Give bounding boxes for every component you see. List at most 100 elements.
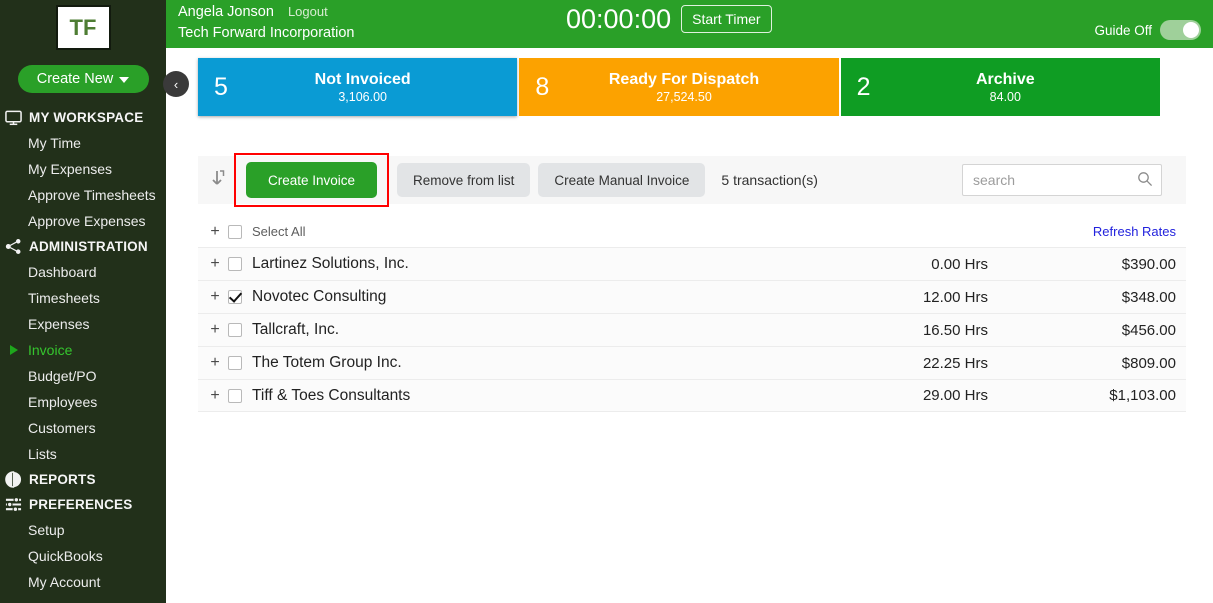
sidebar-item-dashboard[interactable]: Dashboard: [0, 259, 166, 285]
sidebar-item-approve-expenses[interactable]: Approve Expenses: [0, 208, 166, 234]
app-root: TF Create New MY WORKSPACE My Time My Expe…: [0, 0, 1213, 603]
refresh-rates-link[interactable]: Refresh Rates: [1093, 224, 1178, 239]
logout-link[interactable]: Logout: [288, 4, 328, 19]
create-invoice-highlight-box: Create Invoice: [234, 153, 390, 207]
sidebar-item-my-expenses[interactable]: My Expenses: [0, 156, 166, 182]
row-expand-icon[interactable]: +: [206, 288, 224, 306]
sidebar-item-budget-po[interactable]: Budget/PO: [0, 363, 166, 389]
tile-amount: 3,106.00: [338, 89, 387, 104]
row-checkbox[interactable]: [228, 257, 242, 271]
create-manual-invoice-button[interactable]: Create Manual Invoice: [538, 163, 706, 197]
table-row[interactable]: + Tiff & Toes Consultants 29.00 Hrs $1,103.…: [198, 379, 1186, 412]
list-toolbar: Create Invoice Remove from list Create M…: [198, 153, 1186, 207]
sidebar-item-label: QuickBooks: [28, 548, 103, 564]
table-row[interactable]: + The Totem Group Inc. 22.25 Hrs $809.00: [198, 346, 1186, 379]
remove-from-list-button[interactable]: Remove from list: [397, 163, 531, 197]
sidebar-item-label: Approve Timesheets: [28, 187, 156, 203]
sidebar-section-administration[interactable]: ADMINISTRATION: [0, 234, 166, 259]
row-hours: 16.50 Hrs: [922, 321, 988, 339]
expand-all-icon[interactable]: +: [206, 223, 224, 241]
sort-down-glyph: [211, 170, 224, 185]
create-new-button[interactable]: Create New: [17, 65, 149, 93]
search-input[interactable]: [962, 164, 1162, 196]
tile-title: Archive: [975, 70, 1035, 88]
sidebar-item-my-time[interactable]: My Time: [0, 130, 166, 156]
header-user-block: Angela Jonson Logout: [178, 4, 328, 20]
sidebar-nav: MY WORKSPACE My Time My Expenses Approve Ti…: [0, 105, 166, 595]
status-tiles: 5 Not Invoiced 3,106.00 8 Ready For Dispatch…: [198, 58, 1160, 116]
sidebar-item-label: My Time: [28, 135, 81, 151]
sort-down-icon[interactable]: [198, 169, 238, 191]
tile-count: 8: [535, 72, 550, 101]
sidebar-item-quickbooks[interactable]: QuickBooks: [0, 543, 166, 569]
customer-name: Tallcraft, Inc.: [252, 321, 339, 338]
status-tile-not-invoiced[interactable]: 5 Not Invoiced 3,106.00: [198, 58, 518, 116]
row-hours: 12.00 Hrs: [922, 288, 988, 306]
guide-toggle[interactable]: [1160, 20, 1201, 40]
sidebar-collapse-button[interactable]: ‹: [163, 71, 189, 97]
row-expand-icon[interactable]: +: [206, 255, 224, 273]
row-hours: 22.25 Hrs: [922, 354, 988, 372]
status-tile-ready-for-dispatch[interactable]: 8 Ready For Dispatch 27,524.50: [519, 58, 839, 116]
table-row[interactable]: + Tallcraft, Inc. 16.50 Hrs $456.00: [198, 313, 1186, 346]
sidebar-section-reports[interactable]: REPORTS: [0, 467, 166, 492]
logo[interactable]: TF: [0, 0, 166, 50]
select-all-checkbox[interactable]: [228, 224, 242, 239]
sidebar-item-employees[interactable]: Employees: [0, 389, 166, 415]
tile-body: Ready For Dispatch 27,524.50: [575, 70, 838, 105]
row-amount: $348.00: [1121, 288, 1176, 306]
tile-body: Not Invoiced 3,106.00: [254, 70, 517, 105]
chevron-down-icon: [119, 77, 130, 83]
sidebar-section-label: PREFERENCES: [29, 497, 133, 512]
sidebar-item-approve-timesheets[interactable]: Approve Timesheets: [0, 182, 166, 208]
toggle-knob: [1183, 22, 1199, 38]
sidebar-item-timesheets[interactable]: Timesheets: [0, 285, 166, 311]
tile-count: 2: [856, 72, 871, 101]
sidebar-item-label: Setup: [28, 522, 65, 538]
sidebar-section-label: REPORTS: [29, 472, 96, 487]
sliders-icon: [5, 496, 22, 513]
status-tile-archive[interactable]: 2 Archive 84.00: [840, 58, 1160, 116]
user-name: Angela Jonson: [178, 4, 274, 20]
sidebar-item-label: Dashboard: [28, 264, 97, 280]
create-invoice-button[interactable]: Create Invoice: [246, 162, 378, 198]
table-header-row: + Select All Refresh Rates: [198, 216, 1186, 247]
logo-box: TF: [55, 5, 111, 50]
create-new-label: Create New: [36, 71, 114, 87]
start-timer-button[interactable]: Start Timer: [681, 5, 772, 33]
sidebar-section-preferences[interactable]: PREFERENCES: [0, 492, 166, 517]
row-amount: $390.00: [1121, 255, 1176, 273]
sidebar-item-my-account[interactable]: My Account: [0, 569, 166, 595]
sidebar-item-label: My Account: [28, 574, 101, 590]
sidebar-item-lists[interactable]: Lists: [0, 441, 166, 467]
row-expand-icon[interactable]: +: [206, 321, 224, 339]
sidebar-item-setup[interactable]: Setup: [0, 517, 166, 543]
sidebar-item-label: Timesheets: [28, 290, 100, 306]
sidebar-item-expenses[interactable]: Expenses: [0, 311, 166, 337]
chevron-left-icon: ‹: [173, 76, 179, 92]
row-expand-icon[interactable]: +: [206, 387, 224, 405]
tile-title: Not Invoiced: [314, 70, 411, 88]
sidebar-section-label: MY WORKSPACE: [29, 110, 144, 125]
customer-name: Novotec Consulting: [252, 288, 387, 305]
transaction-count: 5 transaction(s): [721, 172, 818, 188]
sidebar-item-label: Customers: [28, 420, 96, 436]
row-checkbox[interactable]: [228, 290, 242, 304]
row-checkbox[interactable]: [228, 323, 242, 337]
row-amount: $456.00: [1121, 321, 1176, 339]
row-amount: $1,103.00: [1109, 387, 1176, 404]
customer-name: Lartinez Solutions, Inc.: [252, 255, 409, 272]
customer-name: Tiff & Toes Consultants: [252, 386, 411, 404]
pie-chart-icon: [5, 471, 22, 488]
row-hours: 0.00 Hrs: [931, 255, 988, 273]
row-checkbox[interactable]: [228, 388, 242, 403]
row-checkbox[interactable]: [228, 356, 242, 370]
guide-toggle-group[interactable]: Guide Off: [1094, 20, 1201, 40]
table-row[interactable]: + Novotec Consulting 12.00 Hrs $348.00: [198, 280, 1186, 313]
sidebar-section-my-workspace[interactable]: MY WORKSPACE: [0, 105, 166, 130]
sidebar-item-invoice[interactable]: Invoice: [0, 337, 166, 363]
sidebar-item-customers[interactable]: Customers: [0, 415, 166, 441]
table-row[interactable]: + Lartinez Solutions, Inc. 0.00 Hrs $390.00: [198, 247, 1186, 280]
tile-title: Ready For Dispatch: [608, 70, 760, 88]
row-expand-icon[interactable]: +: [206, 354, 224, 372]
